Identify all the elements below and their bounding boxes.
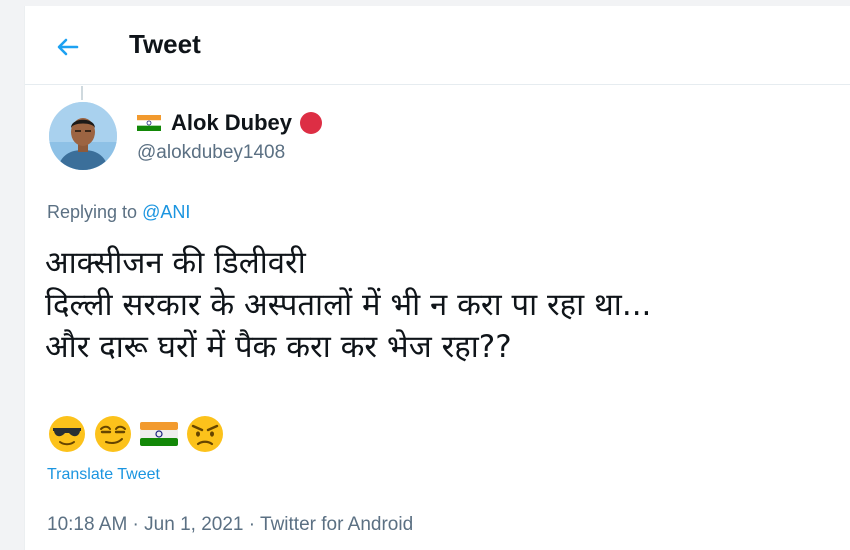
- emoji-row: [47, 414, 225, 454]
- tweet-line: दिल्ली सरकार के अस्पतालों में भी न करा प…: [45, 287, 652, 323]
- tweet-panel: Tweet Alok Dubey @alokdubey1408 Replying…: [24, 6, 850, 550]
- tweet-time[interactable]: 10:18 AM: [47, 514, 127, 535]
- smirking-face-icon: [95, 416, 131, 452]
- tweet-line: आक्सीजन की डिलीवरी: [45, 245, 306, 281]
- india-flag-icon: [137, 115, 161, 131]
- india-flag-icon: [140, 422, 178, 446]
- avatar[interactable]: [49, 102, 117, 170]
- meta-separator: ·: [243, 514, 261, 535]
- back-button[interactable]: [51, 30, 85, 64]
- sunglasses-face-icon: [49, 416, 85, 452]
- tweet-line: और दारू घरों में पैक करा कर भेज रहा??: [45, 329, 512, 365]
- user-handle[interactable]: @alokdubey1408: [137, 142, 285, 164]
- tweet-text: आक्सीजन की डिलीवरी दिल्ली सरकार के अस्पत…: [45, 242, 651, 368]
- tweet-meta: 10:18 AM · Jun 1, 2021 · Twitter for And…: [47, 514, 413, 536]
- display-name: Alok Dubey: [171, 110, 293, 135]
- angry-face-icon: [187, 416, 223, 452]
- author-name-row[interactable]: Alok Dubey: [137, 110, 323, 136]
- translate-tweet-link[interactable]: Translate Tweet: [47, 466, 160, 484]
- page-header: Tweet: [25, 6, 850, 85]
- tweet-date[interactable]: Jun 1, 2021: [144, 514, 243, 535]
- replying-prefix: Replying to: [47, 202, 138, 222]
- red-circle-icon: [300, 112, 323, 134]
- page-title: Tweet: [129, 29, 201, 59]
- thread-connector: [81, 86, 83, 100]
- replying-to: Replying to @ANI: [47, 202, 190, 223]
- replying-mention[interactable]: @ANI: [142, 202, 190, 222]
- arrow-left-icon: [57, 38, 79, 56]
- user-photo: [49, 102, 117, 170]
- tweet-source[interactable]: Twitter for Android: [260, 514, 413, 535]
- meta-separator: ·: [127, 514, 145, 535]
